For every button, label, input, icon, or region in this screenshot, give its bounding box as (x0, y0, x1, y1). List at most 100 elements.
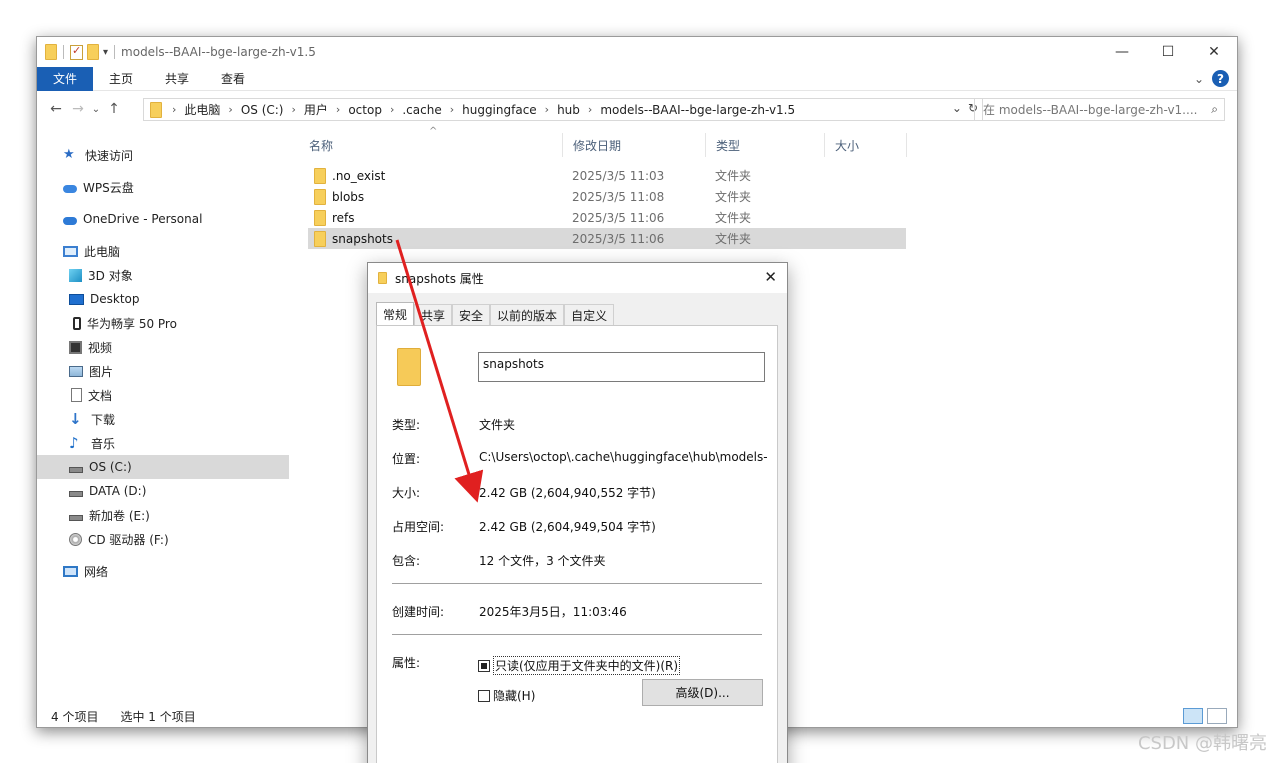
search-input[interactable]: 在 models--BAAI--bge-large-zh-v1.... ⌕ (974, 98, 1225, 121)
readonly-checkbox[interactable]: 只读(仅应用于文件夹中的文件)(R) (478, 656, 681, 675)
sidebar-item-data-d[interactable]: DATA (D:) (37, 479, 289, 503)
sidebar-item-downloads[interactable]: ↓ 下载 (37, 407, 289, 431)
tab-file[interactable]: 文件 (37, 66, 93, 91)
table-row[interactable]: snapshots 2025/3/5 11:06 文件夹 (308, 228, 906, 249)
close-button[interactable]: ✕ (1191, 37, 1237, 67)
breadcrumb-separator[interactable]: › (292, 103, 296, 116)
recent-locations-button[interactable]: ⌄ (89, 104, 103, 115)
sidebar-item-3d-objects[interactable]: 3D 对象 (37, 263, 289, 287)
customize-toolbar-icon[interactable]: ▾ (103, 47, 108, 58)
divider (392, 634, 762, 635)
dialog-close-button[interactable]: ✕ (764, 268, 777, 286)
breadcrumb-item[interactable]: hub (557, 103, 580, 117)
tab-sharing[interactable]: 共享 (414, 304, 453, 326)
column-header-size[interactable]: 大小 (825, 133, 905, 157)
sidebar-item-label: 下载 (91, 412, 116, 427)
location-label: 位置: (392, 452, 421, 466)
sidebar-item-this-pc[interactable]: 此电脑 (37, 239, 289, 263)
address-bar[interactable]: › 此电脑 › OS (C:) › 用户 › octop › .cache › … (143, 98, 983, 121)
tab-view[interactable]: 查看 (205, 67, 261, 91)
sidebar-item-label: 新加卷 (E:) (89, 508, 150, 523)
breadcrumb-separator[interactable]: › (450, 103, 454, 116)
sidebar-item-videos[interactable]: 视频 (37, 335, 289, 359)
file-name-cell: snapshots (314, 230, 393, 247)
large-icons-view-icon[interactable] (1207, 708, 1227, 724)
document-icon (71, 388, 82, 402)
breadcrumb-separator[interactable]: › (588, 103, 592, 116)
file-date: 2025/3/5 11:08 (572, 189, 665, 204)
cloud-icon (63, 185, 77, 193)
column-header-name[interactable]: 名称 (299, 133, 557, 157)
address-dropdown-button[interactable]: ⌄ (952, 101, 962, 115)
back-button[interactable]: ← (45, 101, 67, 117)
advanced-button[interactable]: 高级(D)... (642, 679, 763, 706)
search-icon[interactable]: ⌕ (1211, 102, 1218, 117)
minimize-button[interactable]: — (1099, 37, 1145, 67)
breadcrumb-item[interactable]: 用户 (304, 101, 328, 118)
sidebar-item-label: OneDrive - Personal (83, 212, 203, 226)
table-row[interactable]: .no_exist 2025/3/5 11:03 文件夹 (308, 165, 906, 186)
sidebar-item-cd-drive-f[interactable]: CD 驱动器 (F:) (37, 527, 289, 551)
details-view-icon[interactable] (1183, 708, 1203, 724)
breadcrumb-item[interactable]: models--BAAI--bge-large-zh-v1.5 (600, 103, 795, 117)
breadcrumb-item[interactable]: OS (C:) (241, 103, 284, 117)
table-row[interactable]: refs 2025/3/5 11:06 文件夹 (308, 207, 906, 228)
divider (392, 583, 762, 584)
location-value: C:\Users\octop\.cache\huggingface\hub\mo… (479, 450, 768, 464)
sidebar-item-onedrive[interactable]: OneDrive - Personal (37, 207, 289, 231)
checkbox-box[interactable] (478, 659, 490, 672)
dialog-tabs: 常规 共享 安全 以前的版本 自定义 (376, 302, 615, 326)
sidebar-item-network[interactable]: 网络 (37, 559, 289, 583)
sidebar-item-pictures[interactable]: 图片 (37, 359, 289, 383)
new-folder-icon[interactable] (87, 44, 99, 60)
properties-dialog: snapshots 属性 ✕ 常规 共享 安全 以前的版本 自定义 snapsh… (367, 262, 788, 763)
tab-previous-versions[interactable]: 以前的版本 (490, 304, 565, 326)
file-date: 2025/3/5 11:06 (572, 210, 665, 225)
breadcrumb-separator: › (172, 103, 177, 116)
music-icon: ♪ (69, 434, 79, 452)
sidebar-item-wps-cloud[interactable]: WPS云盘 (37, 175, 289, 199)
tab-share[interactable]: 共享 (149, 67, 205, 91)
sidebar-item-quick-access[interactable]: ★ 快速访问 (37, 143, 289, 167)
folder-icon (45, 44, 57, 60)
onedrive-icon (63, 217, 77, 225)
sidebar-item-label: CD 驱动器 (F:) (88, 532, 169, 547)
checkbox-box[interactable] (478, 689, 490, 702)
sidebar-item-label: OS (C:) (89, 460, 132, 474)
column-header-date[interactable]: 修改日期 (563, 133, 705, 157)
table-row[interactable]: blobs 2025/3/5 11:08 文件夹 (308, 186, 906, 207)
picture-icon (69, 365, 83, 377)
tab-security[interactable]: 安全 (452, 304, 491, 326)
breadcrumb-separator[interactable]: › (336, 103, 340, 116)
maximize-button[interactable]: ☐ (1145, 37, 1191, 67)
column-header-type[interactable]: 类型 (706, 133, 824, 157)
sidebar-item-label: WPS云盘 (83, 180, 134, 195)
properties-icon[interactable] (70, 44, 83, 60)
tab-customize[interactable]: 自定义 (564, 304, 615, 326)
breadcrumb-separator[interactable]: › (228, 103, 232, 116)
tab-general[interactable]: 常规 (376, 302, 415, 326)
sidebar-item-desktop[interactable]: Desktop (37, 287, 289, 311)
breadcrumb-item[interactable]: huggingface (462, 103, 537, 117)
breadcrumb-item[interactable]: .cache (402, 103, 441, 117)
sidebar-item-new-volume-e[interactable]: 新加卷 (E:) (37, 503, 289, 527)
file-name: refs (332, 210, 355, 225)
forward-button[interactable]: → (67, 101, 89, 117)
help-icon[interactable]: ? (1212, 70, 1229, 87)
breadcrumb-separator[interactable]: › (390, 103, 394, 116)
sidebar-item-documents[interactable]: 文档 (37, 383, 289, 407)
tab-home[interactable]: 主页 (93, 67, 149, 91)
folder-name-field[interactable]: snapshots (478, 352, 765, 382)
hidden-checkbox[interactable]: 隐藏(H) (478, 687, 535, 704)
sidebar-item-phone[interactable]: 华为畅享 50 Pro (37, 311, 289, 335)
sidebar-item-os-c[interactable]: OS (C:) (37, 455, 289, 479)
sidebar-item-label: 网络 (84, 564, 109, 579)
breadcrumb-item[interactable]: octop (348, 103, 382, 117)
column-divider[interactable] (906, 133, 907, 157)
breadcrumb-separator[interactable]: › (545, 103, 549, 116)
sidebar-item-music[interactable]: ♪ 音乐 (37, 431, 289, 455)
search-placeholder: 在 models--BAAI--bge-large-zh-v1.... (983, 103, 1198, 117)
breadcrumb-item[interactable]: 此电脑 (184, 101, 220, 118)
up-button[interactable]: ↑ (103, 101, 125, 117)
chevron-down-icon[interactable]: ⌄ (1194, 72, 1204, 86)
